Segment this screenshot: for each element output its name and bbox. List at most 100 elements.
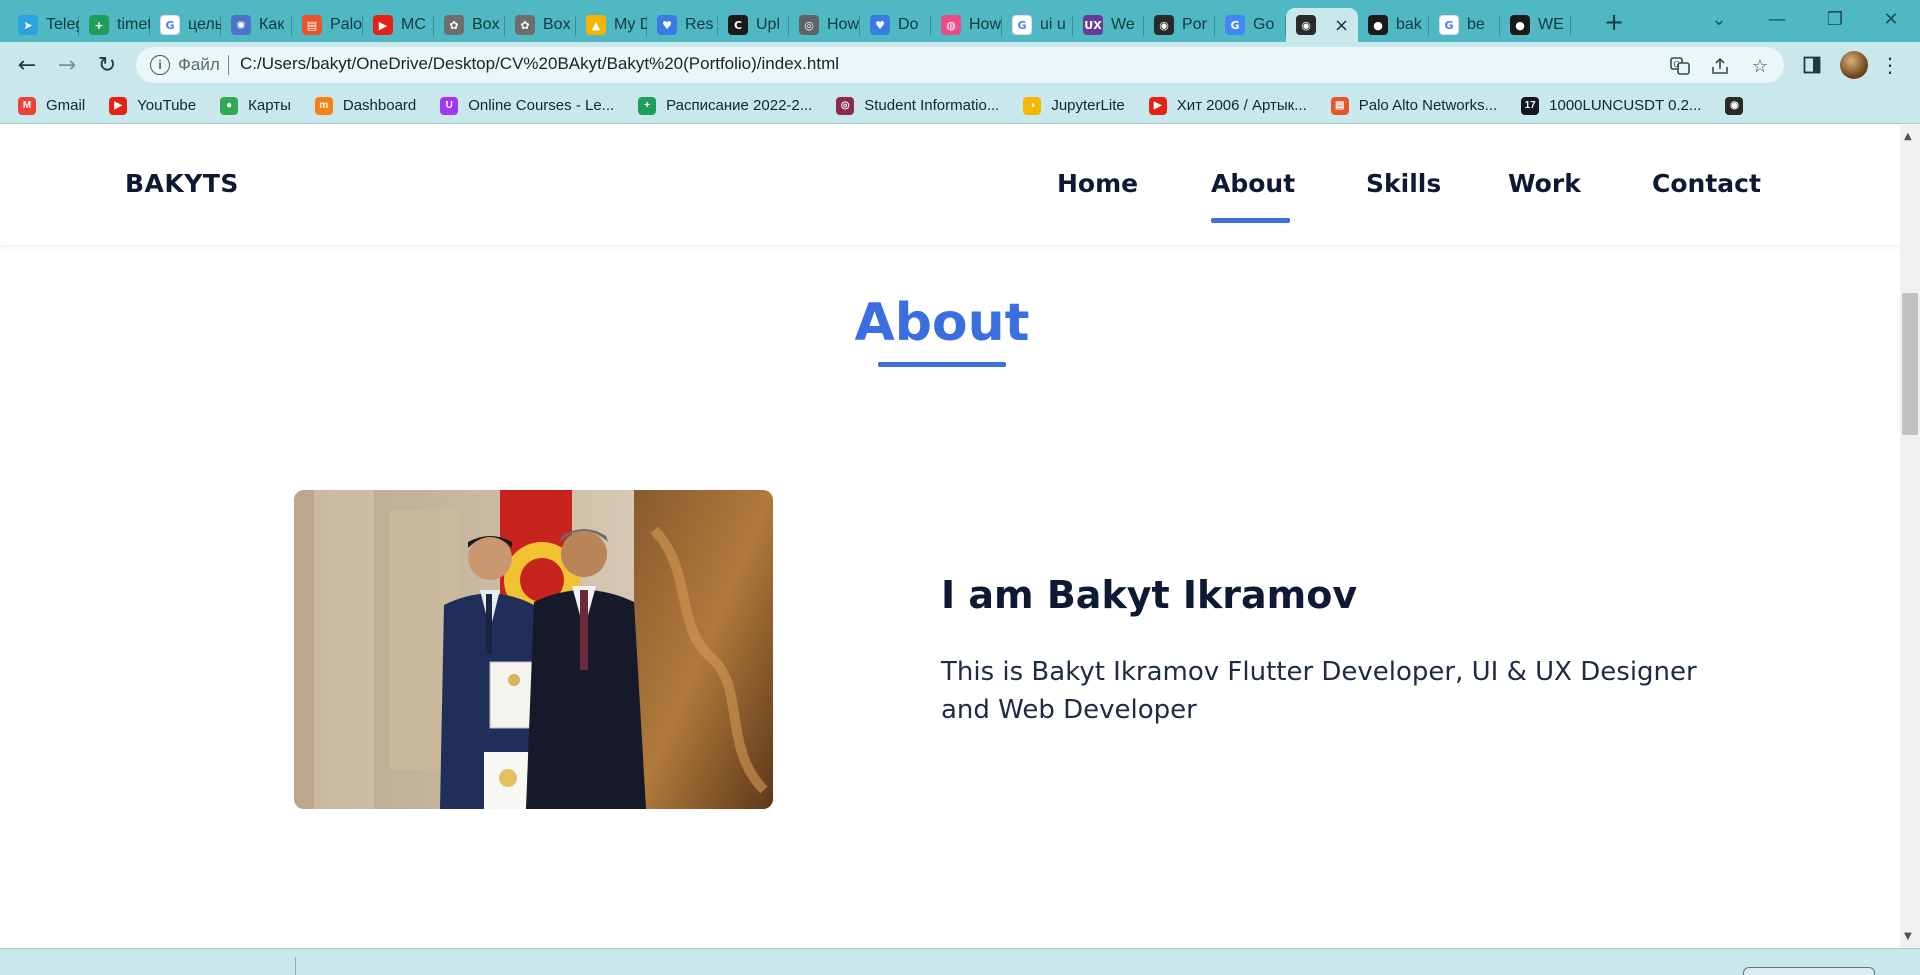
browser-tab[interactable]: ◎ How (789, 8, 860, 42)
bookmark-item[interactable]: ▶ YouTube (109, 96, 197, 115)
url-text[interactable]: C:/Users/bakyt/OneDrive/Desktop/CV%20BAk… (240, 54, 839, 74)
profile-avatar[interactable] (1840, 51, 1868, 79)
browser-tab[interactable]: ● bak (1358, 8, 1429, 42)
tab-title: We (1111, 16, 1135, 33)
tab-title: Telegram (46, 16, 79, 33)
bookmark-item[interactable]: ◎ Student Informatio... (836, 96, 1000, 115)
browser-tab[interactable]: ◉ × (1286, 8, 1358, 42)
scroll-down-arrow-icon[interactable]: ▼ (1904, 931, 1912, 942)
bookmark-label: Online Courses - Le... (468, 97, 615, 114)
browser-tab[interactable]: C Upl (718, 8, 789, 42)
tab-title: Res (685, 16, 714, 33)
bookmark-item[interactable]: M Gmail (18, 96, 85, 115)
browser-tab[interactable]: ✿ Box (434, 8, 505, 42)
jupyter-icon: ◑ (1023, 96, 1042, 115)
bookmark-item[interactable]: ◑ JupyterLite (1023, 96, 1125, 115)
tab-title: Box (472, 16, 500, 33)
bookmark-item[interactable]: 17 1000LUNCUSDT 0.2... (1521, 96, 1701, 115)
tab-title: MC (401, 16, 426, 33)
browser-tab[interactable]: ♥ Res (647, 8, 718, 42)
browser-tab[interactable]: Gui u (1002, 8, 1073, 42)
bookmark-item[interactable]: ▤ Palo Alto Networks... (1330, 96, 1497, 115)
close-tab-icon[interactable]: × (1334, 15, 1349, 36)
close-window-button[interactable]: ✕ (1862, 0, 1920, 38)
bookmark-item[interactable]: ◉ (1725, 96, 1753, 115)
browser-tab[interactable]: ✿ Box (505, 8, 576, 42)
gear-icon: ✺ (231, 15, 251, 35)
more-menu-icon[interactable]: ⋮ (1876, 51, 1904, 79)
back-button[interactable]: ← (11, 49, 43, 81)
tab-title: ui u (1040, 16, 1066, 33)
reload-button[interactable]: ↻ (91, 49, 123, 81)
codeacademy-icon: C (728, 15, 748, 35)
site-header: BAKYTS Home About Skills Work Contact (0, 125, 1900, 245)
translate-icon: G (1225, 15, 1245, 35)
share-icon[interactable] (1708, 54, 1732, 78)
browser-tab[interactable]: ▶ MC (363, 8, 434, 42)
about-name-heading: I am Bakyt Ikramov (941, 573, 1358, 617)
tab-title: WE (1538, 16, 1564, 33)
section-title: About (854, 293, 1030, 353)
browser-tab[interactable]: ● WE (1500, 8, 1571, 42)
forward-button[interactable]: → (51, 49, 83, 81)
bookmark-label: Хит 2006 / Артык... (1176, 97, 1307, 114)
tab-title: Go (1253, 16, 1275, 33)
browser-tab[interactable]: G Go (1215, 8, 1286, 42)
browser-tab[interactable]: ◍ How (931, 8, 1002, 42)
restore-window-button[interactable]: ❐ (1806, 0, 1864, 38)
browser-tab[interactable]: UX We (1073, 8, 1144, 42)
info-icon[interactable]: i (150, 55, 170, 75)
browser-tab[interactable]: ✺ Как (221, 8, 292, 42)
show-all-button[interactable] (1743, 967, 1875, 975)
minimize-window-button[interactable]: — (1748, 0, 1806, 38)
site-logo[interactable]: BAKYTS (125, 169, 239, 198)
svg-text:G: G (1674, 60, 1680, 69)
nav-work[interactable]: Work (1508, 169, 1581, 198)
youtube-icon: ▶ (1148, 96, 1167, 115)
bookmark-label: YouTube (137, 97, 197, 114)
browser-tab[interactable]: Gbe (1429, 8, 1500, 42)
browser-tab[interactable]: ♥ Do (860, 8, 931, 42)
moodle-icon: m (314, 96, 333, 115)
box-icon: ✿ (515, 15, 535, 35)
bookmark-item[interactable]: m Dashboard (314, 96, 416, 115)
bookmark-label: Student Informatio... (864, 97, 1000, 114)
nav-home[interactable]: Home (1057, 169, 1138, 198)
tab-title: Upl (756, 16, 781, 33)
heart-icon: ♥ (657, 15, 677, 35)
bookmark-item[interactable]: + Расписание 2022-2... (638, 96, 812, 115)
browser-tab[interactable]: ▤ Palo Alto (292, 8, 363, 42)
download-bar-divider (295, 957, 296, 975)
nav-contact[interactable]: Contact (1652, 169, 1761, 198)
bookmark-item[interactable]: ● Карты (220, 96, 291, 115)
tab-search-icon[interactable]: ⌄ (1690, 0, 1748, 38)
download-bar (0, 948, 1920, 975)
tab-title: My Drive (614, 16, 647, 33)
student-icon: ◎ (836, 96, 855, 115)
active-nav-indicator (1211, 218, 1290, 223)
browser-tab[interactable]: Gцелые (150, 8, 221, 42)
browser-tab[interactable]: + timetable (79, 8, 150, 42)
scroll-thumb[interactable] (1902, 293, 1918, 435)
bookmark-star-icon[interactable]: ☆ (1748, 54, 1772, 78)
scroll-up-arrow-icon[interactable]: ▲ (1904, 131, 1912, 142)
box-icon: ✿ (444, 15, 464, 35)
tab-title: bak (1396, 16, 1422, 33)
side-panel-icon[interactable] (1798, 51, 1826, 79)
tab-title: Por (1182, 16, 1207, 33)
nav-about[interactable]: About (1211, 169, 1295, 198)
page-scrollbar[interactable]: ▲ ▼ (1900, 125, 1920, 948)
translate-icon[interactable]: G (1668, 54, 1692, 78)
globe-icon: ◉ (1725, 96, 1744, 115)
browser-tab[interactable]: ▲ My Drive (576, 8, 647, 42)
chrome-icon: ◎ (799, 15, 819, 35)
new-tab-button[interactable]: + (1600, 8, 1628, 36)
browser-tab[interactable]: ➤ Telegram (8, 8, 79, 42)
nav-skills[interactable]: Skills (1366, 169, 1441, 198)
tab-title: целые (188, 16, 221, 33)
browser-tab[interactable]: ◉ Por (1144, 8, 1215, 42)
bookmark-item[interactable]: U Online Courses - Le... (440, 96, 615, 115)
tab-title: be (1467, 16, 1485, 33)
bookmark-item[interactable]: ▶ Хит 2006 / Артык... (1148, 96, 1307, 115)
address-bar[interactable]: i Файл C:/Users/bakyt/OneDrive/Desktop/C… (136, 47, 1784, 83)
